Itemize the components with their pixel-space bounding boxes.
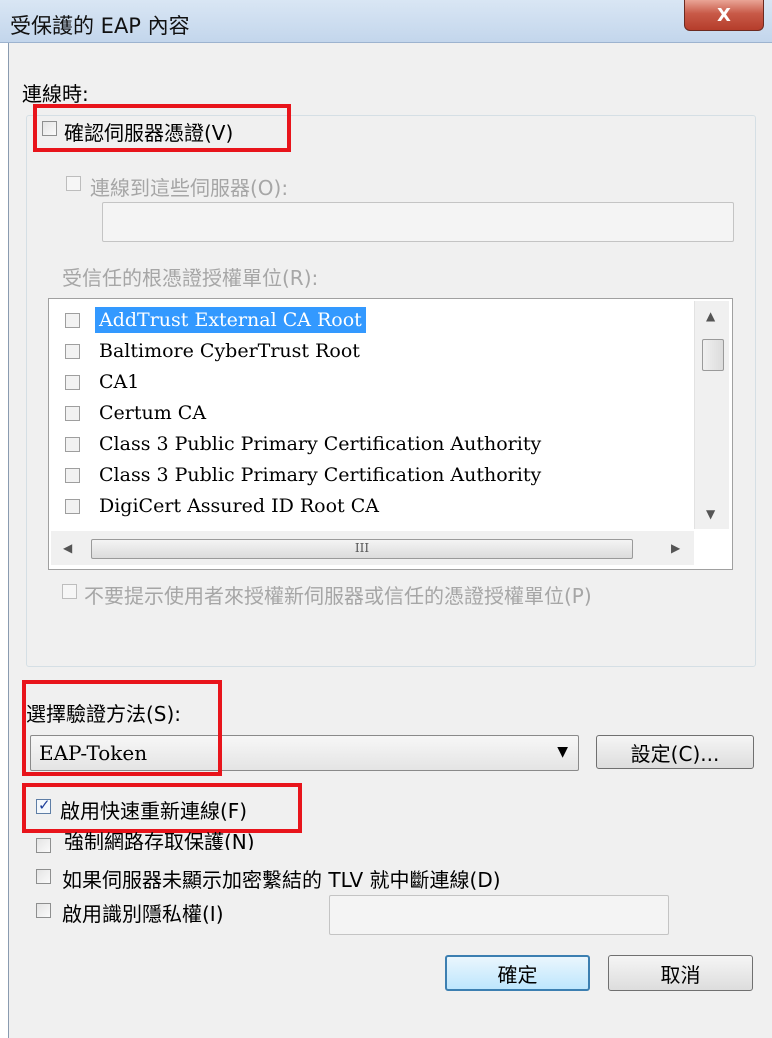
ca-name: DigiCert Assured ID Root CA bbox=[99, 495, 379, 517]
ca-name: CA1 bbox=[99, 371, 140, 393]
ca-name: Class 3 Public Primary Certification Aut… bbox=[99, 433, 542, 455]
ca-listbox[interactable]: AddTrust External CA Root Baltimore Cybe… bbox=[48, 298, 733, 570]
list-item[interactable]: Baltimore CyberTrust Root bbox=[49, 336, 689, 366]
servers-input[interactable] bbox=[102, 202, 734, 242]
no-prompt-checkbox[interactable] bbox=[62, 584, 77, 599]
identity-privacy-checkbox[interactable] bbox=[36, 903, 51, 918]
cancel-button[interactable]: 取消 bbox=[608, 955, 753, 991]
list-item[interactable]: DigiCert Assured ID Root CA bbox=[49, 491, 689, 521]
list-item[interactable]: Certum CA bbox=[49, 398, 689, 428]
list-item[interactable]: AddTrust External CA Root bbox=[49, 305, 689, 335]
ca-checkbox[interactable] bbox=[65, 313, 80, 328]
no-prompt-label: 不要提示使用者來授權新伺服器或信任的憑證授權單位(P) bbox=[84, 584, 592, 608]
tlv-label: 如果伺服器未顯示加密繫結的 TLV 就中斷連線(D) bbox=[62, 868, 501, 892]
connect-servers-label: 連線到這些伺服器(O): bbox=[90, 176, 289, 200]
scroll-grip-icon: III bbox=[354, 541, 370, 555]
ca-checkbox[interactable] bbox=[65, 499, 80, 514]
ca-checkbox[interactable] bbox=[65, 468, 80, 483]
close-button[interactable]: X bbox=[684, 0, 764, 31]
nap-label: 強制網路存取保護(N) bbox=[64, 832, 255, 850]
list-item[interactable]: Class 3 Public Primary Certification Aut… bbox=[49, 429, 689, 459]
horizontal-scrollbar[interactable]: ◀ III ▶ bbox=[51, 531, 694, 565]
ca-name: Certum CA bbox=[99, 402, 207, 424]
horizontal-scroll-thumb[interactable]: III bbox=[91, 539, 633, 559]
ca-name: Baltimore CyberTrust Root bbox=[99, 340, 360, 362]
nap-checkbox[interactable] bbox=[36, 838, 51, 853]
ca-checkbox[interactable] bbox=[65, 437, 80, 452]
trusted-root-label: 受信任的根憑證授權單位(R): bbox=[62, 266, 319, 290]
ca-checkbox[interactable] bbox=[65, 344, 80, 359]
ca-checkbox[interactable] bbox=[65, 406, 80, 421]
ok-button[interactable]: 確定 bbox=[445, 955, 590, 991]
ca-name: Class 3 Public Primary Certification Aut… bbox=[99, 464, 542, 486]
scroll-right-icon[interactable]: ▶ bbox=[671, 541, 680, 555]
scroll-down-icon[interactable]: ▼ bbox=[706, 507, 715, 521]
identity-input[interactable] bbox=[329, 895, 669, 935]
configure-button[interactable]: 設定(C)... bbox=[596, 735, 754, 769]
title-bar: 受保護的 EAP 內容 X bbox=[0, 0, 772, 43]
window-title: 受保護的 EAP 內容 bbox=[10, 14, 190, 38]
vertical-scroll-thumb[interactable] bbox=[702, 339, 724, 371]
ca-checkbox[interactable] bbox=[65, 375, 80, 390]
connect-heading: 連線時: bbox=[22, 82, 89, 106]
close-icon: X bbox=[717, 4, 731, 26]
scroll-up-icon[interactable]: ▲ bbox=[706, 309, 715, 323]
highlight-box-verify bbox=[33, 104, 291, 152]
connect-servers-checkbox[interactable] bbox=[66, 176, 81, 191]
tlv-checkbox[interactable] bbox=[36, 869, 51, 884]
highlight-box-reconnect bbox=[22, 783, 302, 833]
list-item[interactable]: CA1 bbox=[49, 367, 689, 397]
identity-privacy-label: 啟用識別隱私權(I) bbox=[62, 902, 224, 926]
highlight-box-method bbox=[22, 680, 222, 776]
vertical-scrollbar[interactable]: ▲ ▼ bbox=[694, 301, 729, 529]
list-item[interactable]: Class 3 Public Primary Certification Aut… bbox=[49, 460, 689, 490]
chevron-down-icon: ▼ bbox=[557, 744, 568, 760]
scroll-left-icon[interactable]: ◀ bbox=[63, 541, 72, 555]
ca-name: AddTrust External CA Root bbox=[95, 307, 366, 333]
